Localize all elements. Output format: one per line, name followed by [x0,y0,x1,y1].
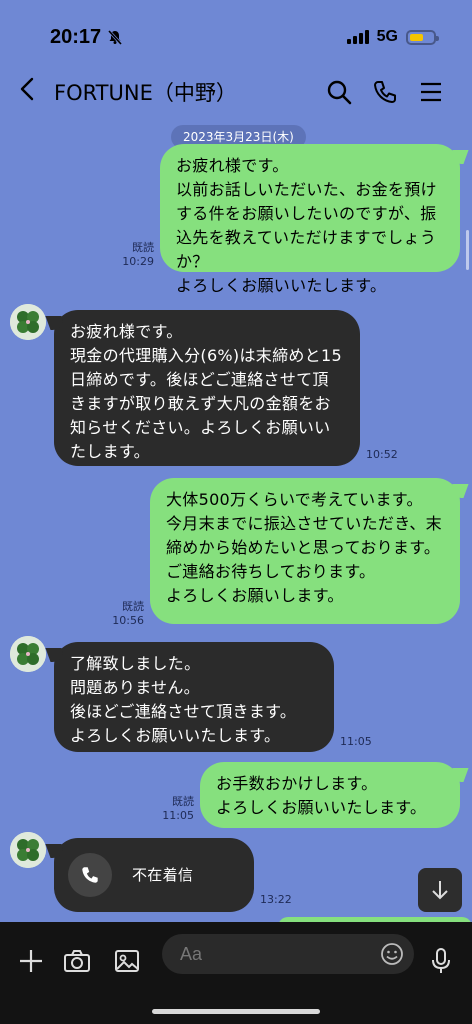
image-button[interactable] [102,936,152,986]
missed-call-icon [68,853,112,897]
back-button[interactable] [18,75,52,110]
missed-call-label: 不在着信 [132,866,194,884]
message-time: 10:29 [122,255,154,268]
message-input[interactable]: Aa [162,934,414,974]
message-meta: 既読 10:56 [100,600,144,628]
read-receipt: 既読 [132,241,154,254]
camera-icon [64,950,90,972]
scrollbar[interactable] [466,230,469,270]
mic-icon [432,948,450,973]
message-bubble-incoming[interactable]: お疲れ様です。 現金の代理購入分(6%)は末締めと15日締めです。後ほどご連絡さ… [54,310,360,466]
status-time: 20:17 [50,25,102,48]
avatar[interactable] [10,636,46,672]
camera-button[interactable] [52,936,102,986]
clover-avatar-icon [10,832,46,868]
read-receipt: 既読 [172,795,194,808]
message-bubble-incoming[interactable]: 了解致しました。 問題ありません。 後ほどご連絡させて頂きます。 よろしくお願い… [54,642,334,752]
message-bubble-outgoing[interactable]: お手数おかけします。 よろしくお願いいたします。 [200,762,460,828]
network-label: 5G [376,28,398,45]
mute-icon [108,29,123,45]
menu-button[interactable] [408,72,454,112]
missed-call-bubble[interactable]: 不在着信 [54,838,254,912]
clover-avatar-icon [10,636,46,672]
clover-avatar-icon [10,304,46,340]
message-time: 10:56 [112,614,144,627]
message-time: 10:52 [366,448,398,461]
battery-icon [406,29,439,45]
menu-icon [421,82,441,102]
message-time: 13:22 [260,893,292,906]
home-indicator[interactable] [152,1009,320,1014]
image-icon [115,950,139,972]
read-receipt: 既読 [122,600,144,613]
phone-icon [374,81,396,103]
message-meta: 既読 10:29 [110,241,154,269]
plus-icon [20,950,42,972]
message-input-placeholder: Aa [180,944,203,964]
mic-button[interactable] [416,936,466,986]
chat-title: FORTUNE（中野） [54,81,237,105]
avatar[interactable] [10,304,46,340]
chat-header: FORTUNE（中野） [0,62,472,122]
message-time: 11:05 [162,809,194,822]
search-button[interactable] [316,72,362,112]
plus-button[interactable] [6,936,56,986]
status-bar: 20:17 5G [0,0,472,62]
scroll-down-button[interactable] [418,868,462,912]
search-icon [327,80,352,105]
avatar[interactable] [10,832,46,868]
emoji-icon[interactable] [380,942,404,966]
signal-icon [346,30,369,44]
call-button[interactable] [362,72,408,112]
message-time: 11:05 [340,735,372,748]
message-bubble-outgoing[interactable]: 大体500万くらいで考えています。 今月末までに振込させていただき、末締めから始… [150,478,460,624]
message-meta: 既読 11:05 [150,795,194,823]
back-icon [20,77,34,100]
message-bubble-outgoing[interactable]: お疲れ様です。 以前お話しいただいた、お金を預けする件をお願いしたいのですが、振… [160,144,460,295]
scroll-down-icon [432,881,448,900]
